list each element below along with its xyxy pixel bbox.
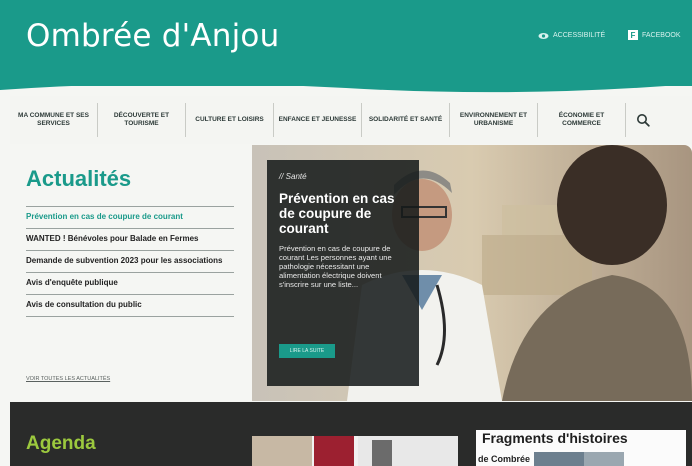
main-nav: MA COMMUNE ET SES SERVICES DÉCOUVERTE ET… — [10, 96, 692, 144]
hero-title[interactable]: Prévention en cas de coupure de courant — [279, 191, 407, 236]
event-thumbnail-image — [252, 436, 458, 466]
facebook-icon: f — [628, 30, 638, 40]
news-item-consultation[interactable]: Avis de consultation du public — [26, 294, 234, 317]
nav-item-culture[interactable]: CULTURE ET LOISIRS — [186, 103, 274, 137]
news-item-enquete[interactable]: Avis d'enquête publique — [26, 272, 234, 294]
agenda-heading: Agenda — [26, 433, 96, 454]
agenda-event-thumbnail[interactable] — [252, 436, 458, 466]
fragments-photo — [534, 452, 624, 466]
nav-item-economie[interactable]: ÉCONOMIE ET COMMERCE — [538, 103, 626, 137]
hero-card: // Santé Prévention en cas de coupure de… — [267, 160, 419, 386]
nav-item-solidarite[interactable]: SOLIDARITÉ ET SANTÉ — [362, 103, 450, 137]
nav-item-decouverte[interactable]: DÉCOUVERTE ET TOURISME — [98, 103, 186, 137]
hero-excerpt: Prévention en cas de coupure de courant … — [279, 244, 392, 289]
news-item-coupure[interactable]: Prévention en cas de coupure de courant — [26, 206, 234, 228]
facebook-label: FACEBOOK — [642, 31, 681, 39]
hero-category: // Santé — [279, 172, 307, 181]
search-button[interactable] — [626, 103, 660, 137]
news-item-subvention[interactable]: Demande de subvention 2023 pour les asso… — [26, 250, 234, 272]
fragments-subtitle: de Combrée — [478, 454, 531, 464]
read-more-button[interactable]: LIRE LA SUITE — [279, 344, 335, 358]
news-item-wanted[interactable]: WANTED ! Bénévoles pour Balade en Fermes — [26, 228, 234, 250]
accessibility-label: ACCESSIBILITÉ — [553, 32, 606, 39]
accessibility-link[interactable]: ACCESSIBILITÉ — [538, 30, 605, 41]
facebook-link[interactable]: f FACEBOOK — [628, 30, 681, 40]
header-wave — [0, 58, 692, 93]
site-logo-title[interactable]: Ombrée d'Anjou — [26, 18, 279, 54]
nav-item-ma-commune[interactable]: MA COMMUNE ET SES SERVICES — [10, 103, 98, 137]
news-list: Prévention en cas de coupure de courant … — [26, 206, 234, 317]
search-icon — [637, 114, 650, 127]
fragments-title: Fragments d'histoires — [482, 430, 628, 446]
all-news-link[interactable]: VOIR TOUTES LES ACTUALITÉS — [26, 376, 110, 382]
nav-item-environnement[interactable]: ENVIRONNEMENT ET URBANISME — [450, 103, 538, 137]
nav-item-enfance[interactable]: ENFANCE ET JEUNESSE — [274, 103, 362, 137]
news-heading: Actualités — [26, 166, 132, 191]
eye-icon — [538, 30, 549, 41]
fragments-feature[interactable]: Fragments d'histoires de Combrée — [476, 430, 686, 466]
